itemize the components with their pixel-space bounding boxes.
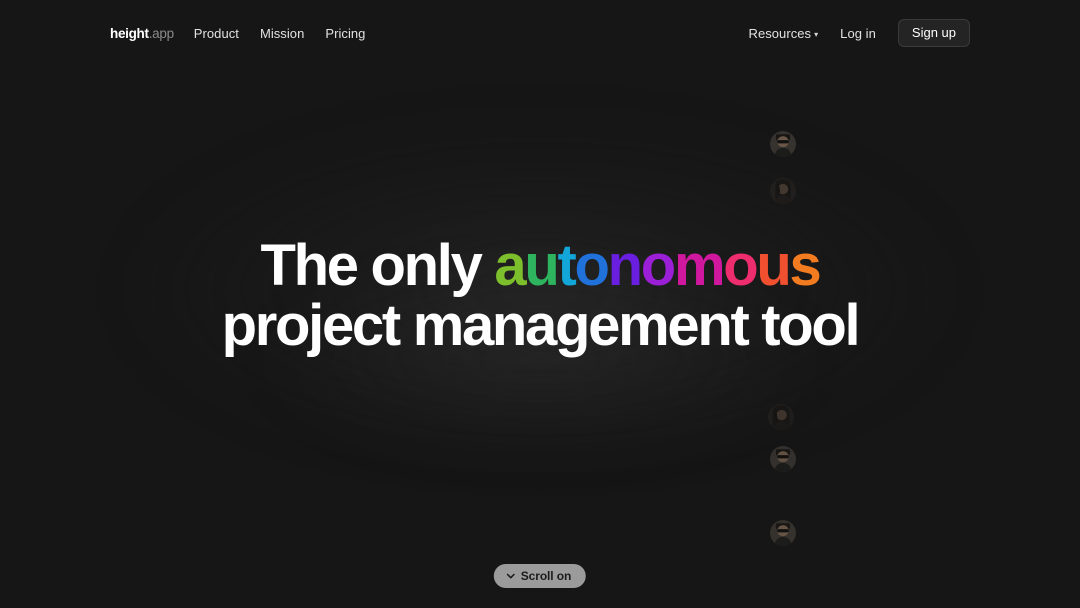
page-title: The only autonomous project management t… — [221, 236, 861, 358]
headline-gradient-letter-2: t — [557, 233, 577, 298]
navbar-left-group: height.app Product Mission Pricing — [110, 26, 365, 41]
logo-height-app[interactable]: height.app — [110, 26, 174, 41]
nav-item-pricing[interactable]: Pricing — [325, 26, 365, 41]
navbar: height.app Product Mission Pricing Resou… — [0, 0, 1080, 66]
avatar-3 — [768, 404, 794, 430]
avatar-4 — [770, 446, 796, 472]
headline-gradient-letter-4: n — [607, 233, 643, 298]
page-root: height.app Product Mission Pricing Resou… — [0, 0, 1080, 608]
headline-gradient-letter-0: a — [494, 233, 526, 298]
headline-plain-text: The only — [260, 233, 495, 298]
headline-gradient-word: autonomous — [494, 233, 822, 298]
avatar-image-person-sunglasses — [770, 446, 796, 472]
headline-gradient-letter-1: u — [524, 233, 559, 298]
avatar-1 — [770, 131, 796, 157]
chevron-down-icon: ▾ — [814, 29, 819, 39]
nav-item-product[interactable]: Product — [194, 26, 239, 41]
headline-gradient-letter-7: o — [723, 233, 758, 298]
hero-section: The only autonomous project management t… — [0, 0, 1080, 608]
avatar-image-person-longhair — [770, 178, 796, 204]
logo-brand-text: height — [110, 25, 149, 41]
nav-item-resources[interactable]: Resources ▾ — [749, 26, 819, 41]
chevron-down-icon — [506, 571, 516, 581]
headline-gradient-letter-9: s — [789, 233, 822, 298]
headline-gradient-letter-5: o — [640, 233, 676, 298]
headline-line-2: project management tool — [221, 293, 861, 358]
signup-button[interactable]: Sign up — [897, 19, 970, 47]
logo-tld-text: .app — [148, 25, 174, 41]
scroll-on-button[interactable]: Scroll on — [493, 564, 587, 588]
headline-gradient-letter-3: o — [574, 233, 610, 298]
avatar-5 — [770, 520, 796, 546]
avatar-image-person-sunglasses — [770, 131, 796, 157]
nav-item-login[interactable]: Log in — [840, 26, 876, 41]
avatar-image-person-longhair — [768, 404, 794, 430]
scroll-on-button-label: Scroll on — [520, 569, 572, 583]
hero-background-glow-secondary — [260, 275, 820, 445]
avatar-image-person-sunglasses — [770, 520, 796, 546]
nav-item-resources-label: Resources — [748, 25, 812, 41]
headline-gradient-letter-6: m — [673, 233, 726, 298]
avatar-2 — [770, 178, 796, 204]
nav-item-mission[interactable]: Mission — [260, 26, 304, 41]
hero-background-glow — [130, 125, 950, 455]
headline-gradient-letter-8: u — [756, 233, 791, 298]
navbar-right-group: Resources ▾ Log in Sign up — [749, 19, 970, 47]
headline-line-1: The only autonomous — [222, 236, 859, 296]
